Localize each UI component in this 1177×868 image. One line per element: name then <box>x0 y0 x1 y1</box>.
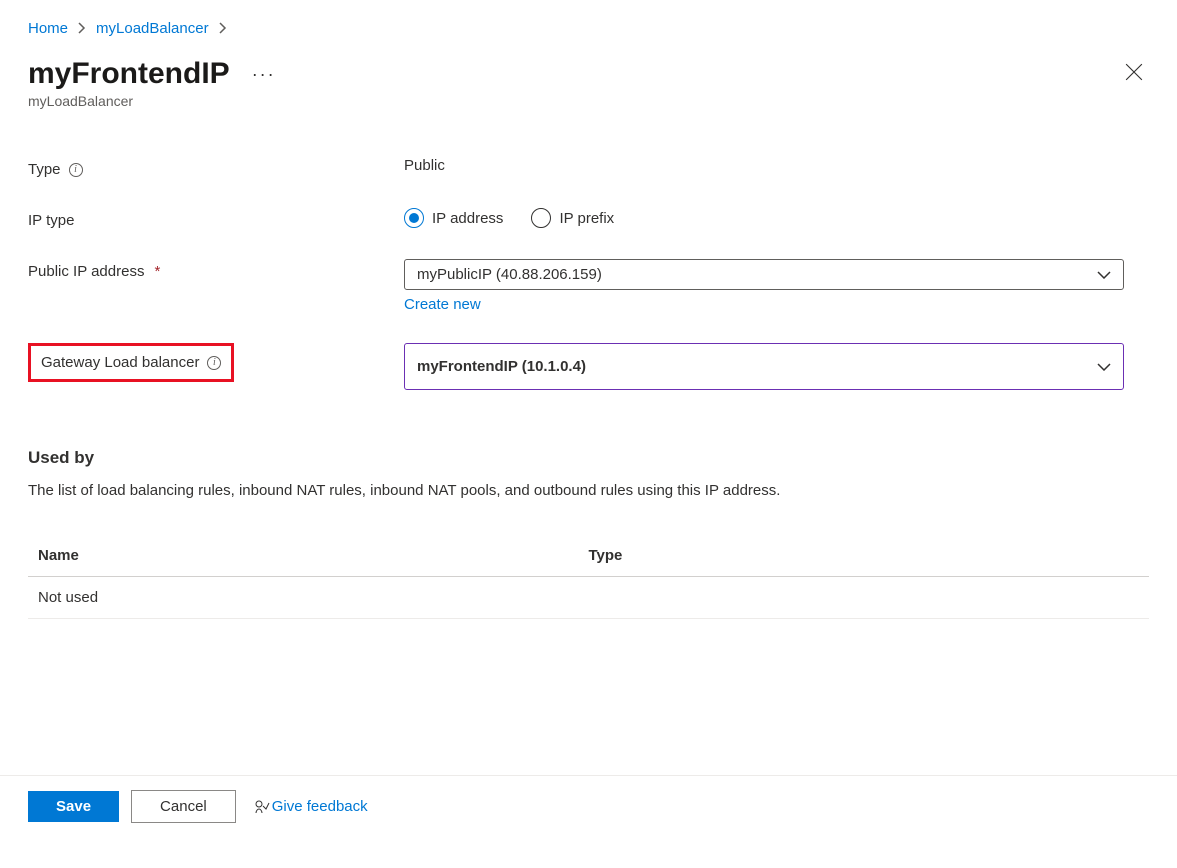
gateway-select[interactable]: myFrontendIP (10.1.0.4) <box>404 343 1124 390</box>
close-button[interactable] <box>1119 57 1149 90</box>
chevron-right-icon <box>219 21 227 37</box>
table-cell-type <box>589 589 1140 606</box>
feedback-icon <box>254 799 270 815</box>
column-name: Name <box>38 547 589 564</box>
footer-bar: Save Cancel Give feedback <box>0 775 1177 837</box>
column-type: Type <box>589 547 1140 564</box>
close-icon <box>1125 63 1143 81</box>
gateway-label-highlight: Gateway Load balancer i <box>28 343 234 382</box>
gateway-label: Gateway Load balancer <box>41 354 199 371</box>
radio-icon <box>404 208 424 228</box>
info-icon[interactable]: i <box>69 163 83 177</box>
radio-ip-address-label: IP address <box>432 210 503 227</box>
feedback-text: Give feedback <box>272 798 368 815</box>
info-icon[interactable]: i <box>207 356 221 370</box>
save-button[interactable]: Save <box>28 791 119 822</box>
chevron-down-icon <box>1097 271 1111 279</box>
page-title: myFrontendIP <box>28 57 230 91</box>
used-by-table: Name Type Not used <box>28 535 1149 619</box>
used-by-description: The list of load balancing rules, inboun… <box>28 482 1149 499</box>
page-subtitle: myLoadBalancer <box>28 93 280 109</box>
more-actions-button[interactable]: ··· <box>248 61 280 87</box>
type-value: Public <box>404 157 445 174</box>
breadcrumb: Home myLoadBalancer <box>28 20 1149 37</box>
radio-icon <box>531 208 551 228</box>
give-feedback-link[interactable]: Give feedback <box>254 798 368 815</box>
radio-ip-prefix-label: IP prefix <box>559 210 614 227</box>
public-ip-value: myPublicIP (40.88.206.159) <box>417 266 602 283</box>
cancel-button[interactable]: Cancel <box>131 790 236 823</box>
type-label: Type <box>28 161 61 178</box>
required-indicator: * <box>154 263 160 280</box>
breadcrumb-parent[interactable]: myLoadBalancer <box>96 20 209 37</box>
public-ip-label: Public IP address <box>28 263 144 280</box>
ip-type-radio-group: IP address IP prefix <box>404 208 1124 228</box>
chevron-right-icon <box>78 21 86 37</box>
used-by-heading: Used by <box>28 448 1149 468</box>
table-cell-name: Not used <box>38 589 589 606</box>
public-ip-select[interactable]: myPublicIP (40.88.206.159) <box>404 259 1124 290</box>
ip-type-label: IP type <box>28 212 74 229</box>
breadcrumb-home[interactable]: Home <box>28 20 68 37</box>
radio-ip-address[interactable]: IP address <box>404 208 503 228</box>
radio-ip-prefix[interactable]: IP prefix <box>531 208 614 228</box>
gateway-value: myFrontendIP (10.1.0.4) <box>417 358 586 375</box>
table-header-row: Name Type <box>28 535 1149 577</box>
table-row: Not used <box>28 577 1149 619</box>
create-new-link[interactable]: Create new <box>404 296 481 313</box>
chevron-down-icon <box>1097 363 1111 371</box>
